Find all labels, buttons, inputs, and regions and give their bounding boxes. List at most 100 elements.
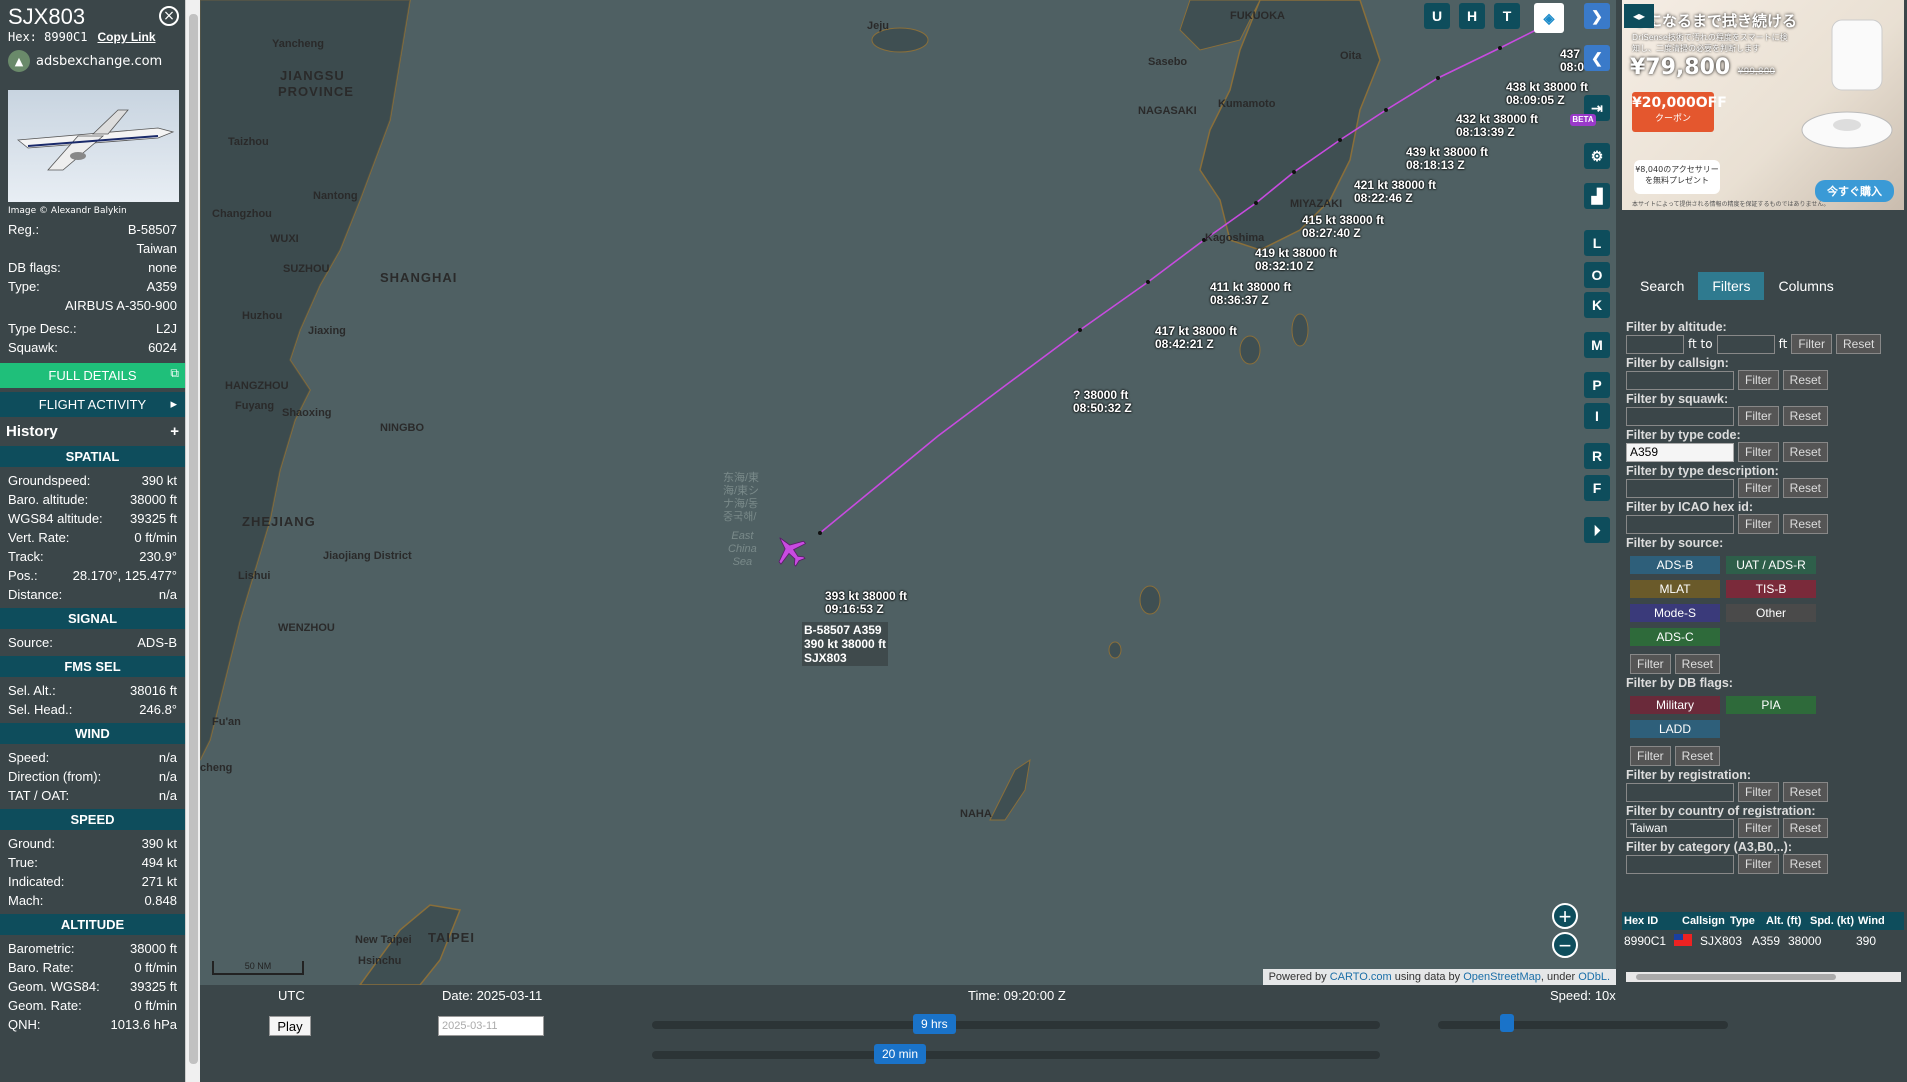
- toggle-f-button[interactable]: F: [1584, 475, 1610, 501]
- callsign-reset-button[interactable]: Reset: [1782, 370, 1829, 390]
- table-row[interactable]: 8990C1 SJX803 A359 38000 390: [1622, 930, 1904, 952]
- toggle-r-button[interactable]: R: [1584, 443, 1610, 469]
- toggle-h-button[interactable]: H: [1459, 3, 1485, 29]
- source-other-button[interactable]: Other: [1726, 604, 1816, 622]
- category-reset-button[interactable]: Reset: [1782, 854, 1829, 874]
- ad-nav-icon[interactable]: ◂▸: [1624, 4, 1654, 28]
- dbflag-ladd-button[interactable]: LADD: [1630, 720, 1720, 738]
- typedesc-filter-button[interactable]: Filter: [1738, 478, 1779, 498]
- toggle-k-button[interactable]: K: [1584, 292, 1610, 318]
- country-filter-input[interactable]: [1626, 818, 1734, 838]
- altitude-reset-button[interactable]: Reset: [1835, 334, 1882, 354]
- info-panel-scrollbar[interactable]: [185, 0, 200, 1082]
- replay-icon[interactable]: ⏵: [1584, 517, 1610, 543]
- country-reset-button[interactable]: Reset: [1782, 818, 1829, 838]
- osm-link[interactable]: OpenStreetMap: [1463, 971, 1541, 983]
- squawk-reset-button[interactable]: Reset: [1782, 406, 1829, 426]
- dbflags-reset-button[interactable]: Reset: [1674, 746, 1721, 766]
- toggle-p-button[interactable]: P: [1584, 372, 1610, 398]
- typedesc-filter-input[interactable]: [1626, 478, 1734, 498]
- source-reset-button[interactable]: Reset: [1674, 654, 1721, 674]
- carto-link[interactable]: CARTO.com: [1330, 971, 1392, 983]
- layers-icon[interactable]: ◈: [1534, 3, 1564, 33]
- site-link[interactable]: ▲ adsbexchange.com: [8, 50, 177, 72]
- source-tisb-button[interactable]: TIS-B: [1726, 580, 1816, 598]
- altitude-min-input[interactable]: [1626, 334, 1684, 354]
- country-filter-button[interactable]: Filter: [1738, 818, 1779, 838]
- category-filter-input[interactable]: [1626, 854, 1734, 874]
- source-modes-button[interactable]: Mode-S: [1630, 604, 1720, 622]
- speed-slider-track[interactable]: [1438, 1021, 1728, 1029]
- toggle-i-button[interactable]: I: [1584, 403, 1610, 429]
- col-callsign[interactable]: Callsign: [1682, 915, 1725, 927]
- squawk-filter-button[interactable]: Filter: [1738, 406, 1779, 426]
- toggle-m-button[interactable]: M: [1584, 332, 1610, 358]
- icao-reset-button[interactable]: Reset: [1782, 514, 1829, 534]
- source-uat-button[interactable]: UAT / ADS-R: [1726, 556, 1816, 574]
- dbflags-filter-label: Filter by DB flags:: [1626, 676, 1733, 690]
- speed-section: Ground: 390 kt True: 494 kt Indicated: 271 kt…: [0, 834, 185, 910]
- source-filter-button[interactable]: Filter: [1630, 654, 1671, 674]
- minutes-slider-track[interactable]: [652, 1051, 1380, 1059]
- typedesc-filter-label: Filter by type description:: [1626, 464, 1779, 478]
- chevron-left-icon[interactable]: ❮: [1584, 45, 1610, 71]
- full-details-button[interactable]: FULL DETAILS ⧉: [0, 363, 185, 388]
- aircraft-photo[interactable]: [8, 90, 179, 202]
- date-input[interactable]: 2025-03-11: [438, 1016, 544, 1036]
- history-row[interactable]: History +: [0, 421, 185, 442]
- map-view[interactable]: Jeju FUKUOKA Sasebo Oita NAGASAKI Kumamo…: [200, 0, 1616, 985]
- minutes-slider-handle[interactable]: 20 min: [874, 1044, 927, 1064]
- close-icon[interactable]: ×: [159, 6, 179, 26]
- typecode-reset-button[interactable]: Reset: [1782, 442, 1829, 462]
- speed-slider-handle[interactable]: [1500, 1014, 1514, 1032]
- dbflag-pia-button[interactable]: PIA: [1726, 696, 1816, 714]
- toggle-t-button[interactable]: T: [1494, 3, 1520, 29]
- col-hex[interactable]: Hex ID: [1624, 915, 1674, 927]
- col-type[interactable]: Type: [1730, 915, 1758, 927]
- registration-filter-input[interactable]: [1626, 782, 1734, 802]
- altitude-row: Geom. WGS84: 39325 ft: [8, 979, 177, 994]
- gear-icon[interactable]: ⚙: [1584, 143, 1610, 169]
- category-filter-button[interactable]: Filter: [1738, 854, 1779, 874]
- callsign-filter-button[interactable]: Filter: [1738, 370, 1779, 390]
- typecode-filter-input[interactable]: [1626, 442, 1734, 462]
- toggle-u-button[interactable]: U: [1424, 3, 1450, 29]
- altitude-max-input[interactable]: [1716, 334, 1775, 354]
- chart-icon[interactable]: ▟: [1584, 183, 1610, 209]
- toggle-l-button[interactable]: L: [1584, 230, 1610, 256]
- advertisement[interactable]: イになるまで拭き続ける DriSense技術で汚れの程度をスマートに検知し、二度…: [1622, 0, 1904, 210]
- icao-filter-input[interactable]: [1626, 514, 1734, 534]
- plus-icon[interactable]: +: [170, 423, 179, 440]
- dbflags-filter-button[interactable]: Filter: [1630, 746, 1671, 766]
- col-alt[interactable]: Alt. (ft): [1766, 915, 1802, 927]
- dbflag-military-button[interactable]: Military: [1630, 696, 1720, 714]
- hours-slider-track[interactable]: [652, 1021, 1380, 1029]
- play-button[interactable]: Play: [269, 1016, 311, 1036]
- col-spd[interactable]: Spd. (kt): [1810, 915, 1854, 927]
- squawk-filter-input[interactable]: [1626, 406, 1734, 426]
- tab-columns[interactable]: Columns: [1764, 272, 1848, 300]
- table-horizontal-scrollbar[interactable]: [1626, 972, 1901, 982]
- source-mlat-button[interactable]: MLAT: [1630, 580, 1720, 598]
- source-adsc-button[interactable]: ADS-C: [1630, 628, 1720, 646]
- copy-link[interactable]: Copy Link: [98, 30, 156, 44]
- source-adsb-button[interactable]: ADS-B: [1630, 556, 1720, 574]
- typecode-filter-button[interactable]: Filter: [1738, 442, 1779, 462]
- altitude-filter-button[interactable]: Filter: [1791, 334, 1832, 354]
- registration-reset-button[interactable]: Reset: [1782, 782, 1829, 802]
- toggle-o-button[interactable]: O: [1584, 262, 1610, 288]
- typedesc-reset-button[interactable]: Reset: [1782, 478, 1829, 498]
- tab-search[interactable]: Search: [1626, 272, 1699, 300]
- flight-activity-button[interactable]: FLIGHT ACTIVITY ▸: [0, 392, 185, 417]
- icao-filter-button[interactable]: Filter: [1738, 514, 1779, 534]
- zoom-out-button[interactable]: −: [1552, 932, 1578, 958]
- tab-filters[interactable]: Filters: [1698, 272, 1765, 300]
- odbl-link[interactable]: ODbL.: [1578, 971, 1610, 983]
- hours-slider-handle[interactable]: 9 hrs: [913, 1014, 956, 1034]
- chevron-right-icon[interactable]: ❯: [1584, 3, 1610, 29]
- col-wind[interactable]: Wind: [1858, 915, 1885, 927]
- aircraft-label[interactable]: B-58507 A359 390 kt 38000 ft SJX803: [802, 622, 889, 666]
- callsign-filter-input[interactable]: [1626, 370, 1734, 390]
- registration-filter-button[interactable]: Filter: [1738, 782, 1779, 802]
- zoom-in-button[interactable]: +: [1552, 903, 1578, 929]
